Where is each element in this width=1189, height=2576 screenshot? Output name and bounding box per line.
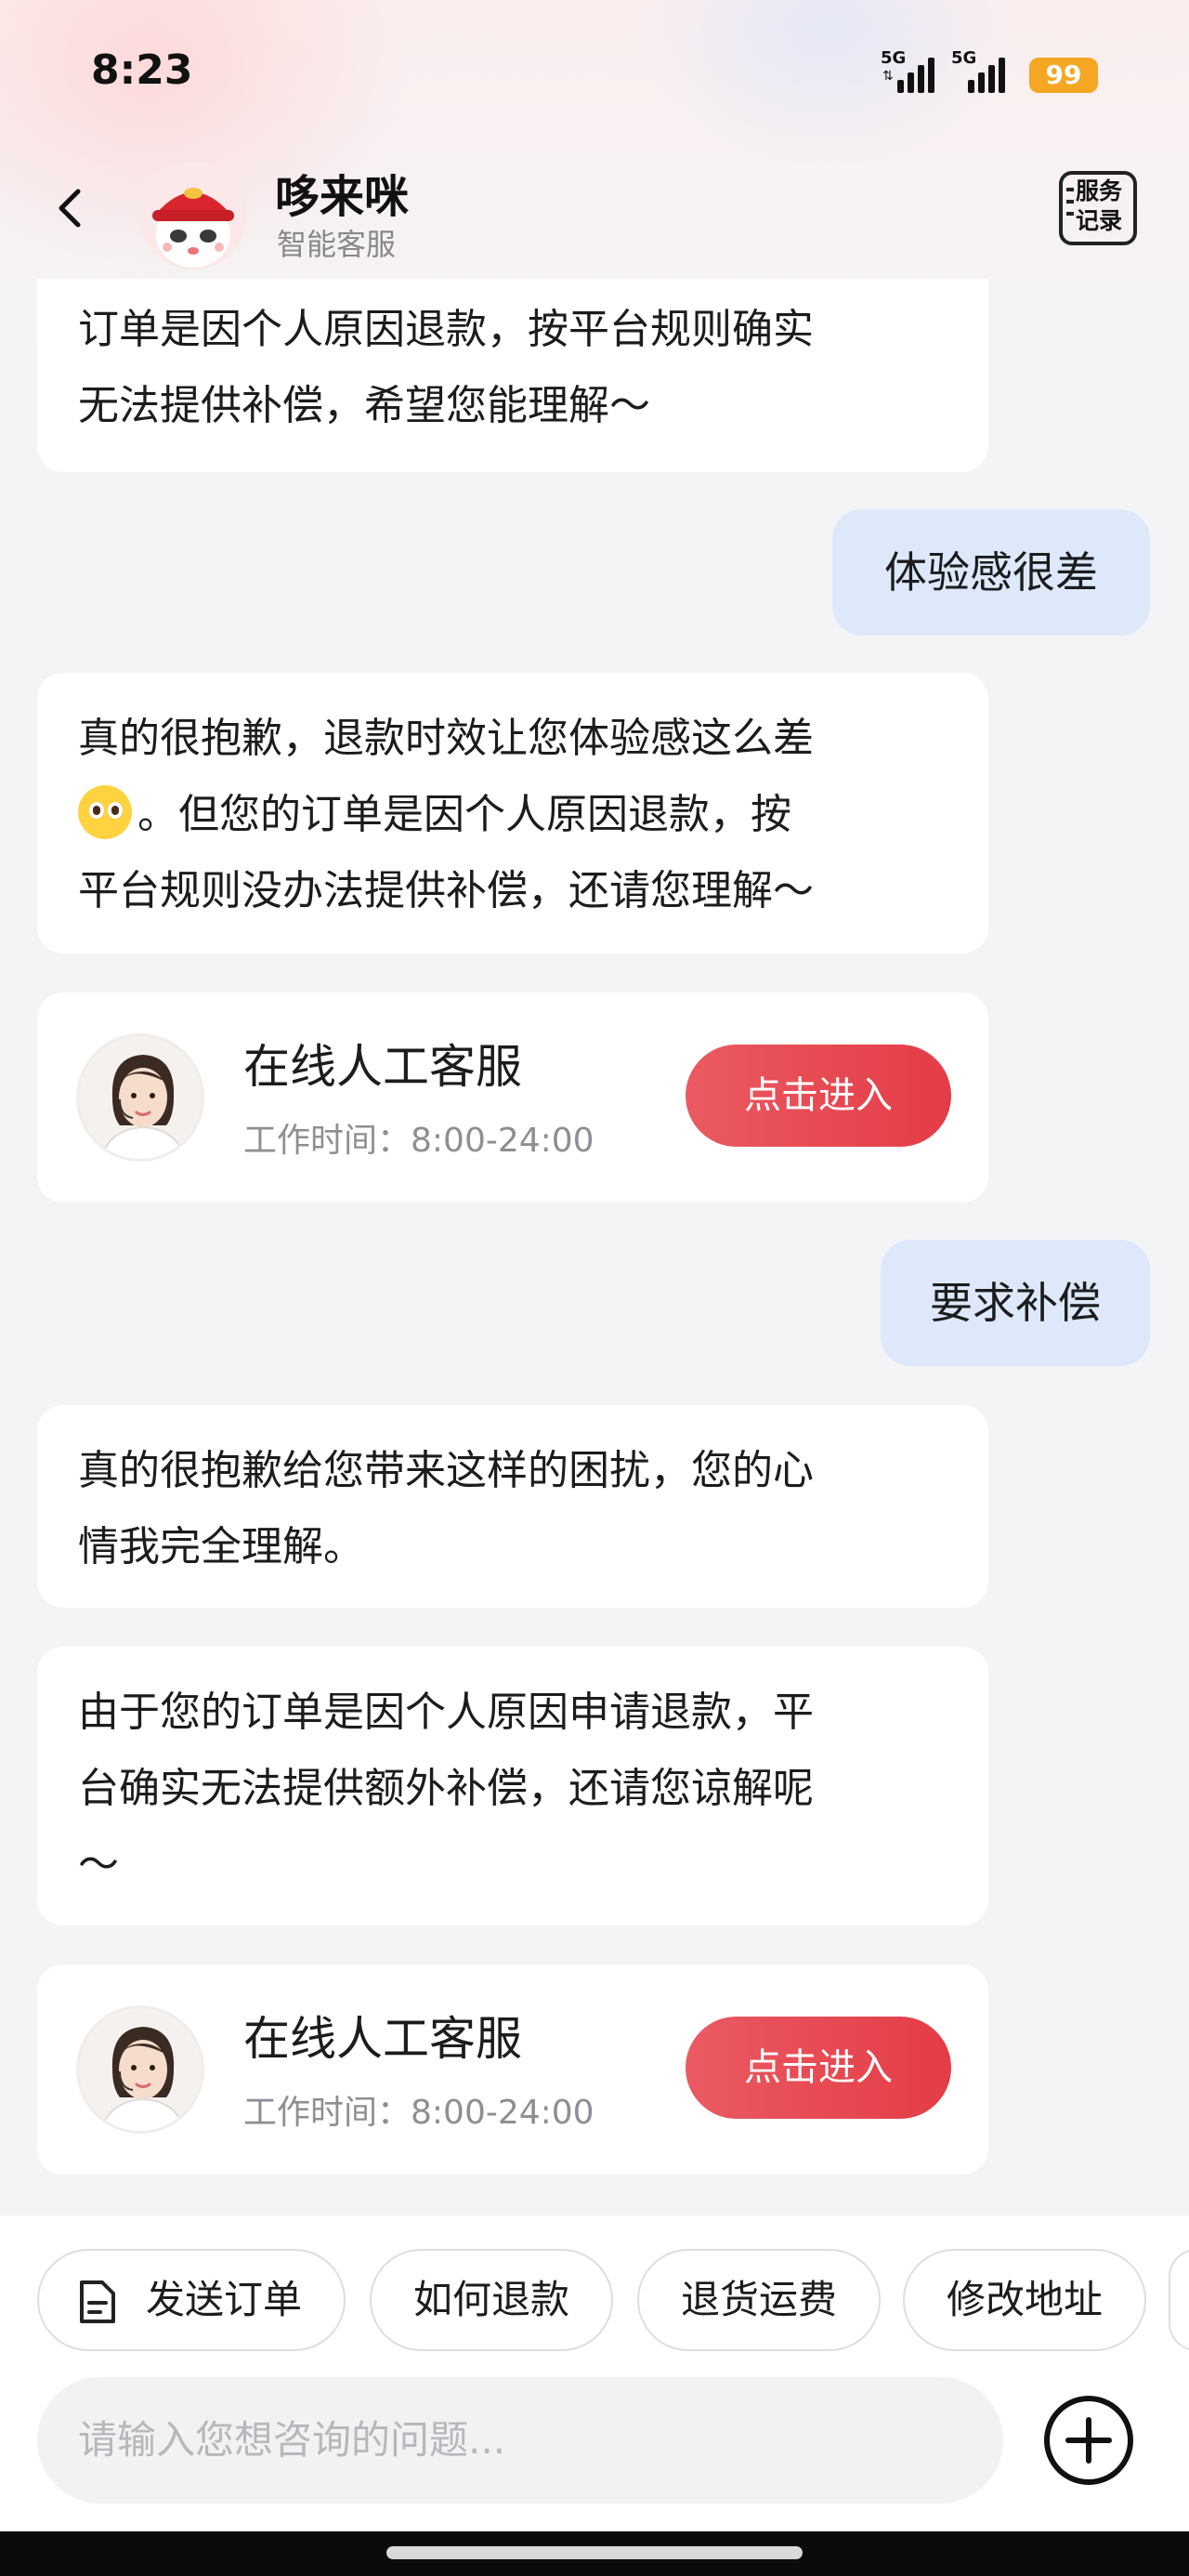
pleading-face-emoji [78, 785, 132, 839]
signal-icon-2: 5G [951, 48, 1018, 93]
battery-indicator: 99 [1029, 58, 1098, 93]
bot-subtitle: 智能客服 [277, 227, 397, 262]
user-message: 要求补偿 [881, 1240, 1150, 1366]
quick-reply-how-to-refund[interactable]: 如何退款 [370, 2249, 613, 2351]
quick-reply-change-address[interactable]: 修改地址 [903, 2249, 1146, 2351]
human-service-card: 在线人工客服 工作时间：8:00-24:00 点击进入 [37, 1965, 988, 2175]
bot-avatar[interactable] [139, 162, 247, 269]
bot-message: 订单是因个人原因退款，按平台规则确实 无法提供补偿，希望您能理解～ [37, 279, 988, 472]
home-indicator[interactable] [386, 2546, 803, 2559]
enter-service-button[interactable]: 点击进入 [686, 1045, 951, 1147]
chat-header: 哆来咪 智能客服 服务 记录 [0, 149, 1189, 269]
human-service-card: 在线人工客服 工作时间：8:00-24:00 点击进入 [37, 992, 988, 1203]
service-records-button[interactable]: 服务 记录 [1059, 171, 1137, 245]
card-hours: 工作时间：8:00-24:00 [243, 1122, 594, 1160]
enter-service-button[interactable]: 点击进入 [686, 2017, 951, 2119]
quick-reply-return-shipping[interactable]: 退货运费 [637, 2249, 881, 2351]
quick-reply-send-order[interactable]: 发送订单 [37, 2249, 346, 2351]
bot-message: 真的很抱歉，退款时效让您体验感这么差 。但您的订单是因个人原因退款，按 平台规则… [37, 673, 988, 953]
card-title: 在线人工客服 [243, 1040, 522, 1094]
agent-avatar [76, 2005, 204, 2134]
card-title: 在线人工客服 [243, 2012, 522, 2066]
back-arrow-icon[interactable] [48, 186, 93, 230]
message-input[interactable]: 请输入您想咨询的问题... [37, 2377, 1003, 2504]
plus-icon[interactable] [1040, 2392, 1137, 2489]
bot-message: 由于您的订单是因个人原因申请退款，平 台确实无法提供额外补偿，还请您谅解呢 ～ [37, 1647, 988, 1925]
status-bar: 8:23 5G ⇅ 5G 99 [0, 0, 1189, 149]
agent-avatar [76, 1033, 204, 1162]
document-icon [80, 2280, 115, 2323]
card-hours: 工作时间：8:00-24:00 [243, 2094, 594, 2132]
records-label-line2: 记录 [1076, 207, 1123, 234]
quick-reply-more[interactable] [1169, 2249, 1189, 2351]
records-label-line1: 服务 [1076, 177, 1123, 204]
bot-name: 哆来咪 [275, 171, 410, 223]
bottom-panel: 发送订单 如何退款 退货运费 修改地址 请输入您想咨询的问题... [0, 2215, 1189, 2531]
bot-message: 真的很抱歉给您带来这样的困扰，您的心 情我完全理解。 [37, 1405, 988, 1608]
status-time: 8:23 [91, 46, 193, 94]
signal-icon: 5G ⇅ [881, 48, 947, 93]
user-message: 体验感很差 [832, 509, 1150, 636]
